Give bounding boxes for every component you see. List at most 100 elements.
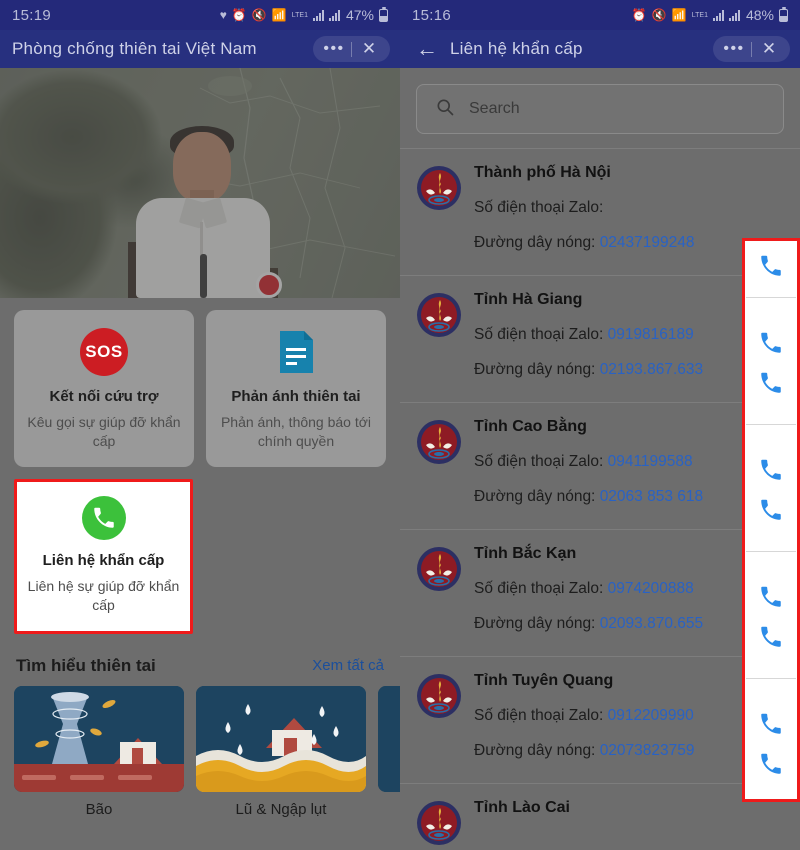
close-icon[interactable]: ✕ [752, 39, 786, 59]
call-buttons-column [730, 798, 786, 850]
card-title: Phản ánh thiên tai [231, 388, 361, 405]
tile-bao[interactable]: Bão [14, 685, 184, 818]
close-icon[interactable]: ✕ [352, 39, 386, 59]
ministry-emblem-icon [416, 673, 462, 719]
ministry-emblem-icon [416, 165, 462, 211]
tile-image-flood [196, 685, 366, 792]
list-item[interactable]: Tỉnh Hà Giang Số điện thoại Zalo: 091981… [400, 276, 800, 403]
zalo-label: Số điện thoại Zalo: [474, 707, 604, 724]
wifi-icon: 📶 [671, 8, 687, 22]
ministry-emblem-icon [416, 800, 462, 846]
search-input[interactable]: Search [416, 84, 784, 134]
hero-banner[interactable] [0, 68, 400, 298]
card-title: Kết nối cứu trợ [49, 388, 159, 405]
call-icon[interactable] [758, 751, 784, 777]
left-phone-panel: 15:19 ♥ ⏰ 🔇 📶 LTE1 47% Phòng chống thiên… [0, 0, 400, 850]
list-item[interactable]: Tỉnh Tuyên Quang Số điện thoại Zalo: 091… [400, 657, 800, 784]
right-appbar-actions[interactable]: ••• ✕ [713, 36, 790, 62]
left-status-bar: 15:19 ♥ ⏰ 🔇 📶 LTE1 47% [0, 0, 400, 30]
right-phone-panel: 15:16 ⏰ 🔇 📶 LTE1 48% ← Liên hệ khẩn cấp … [400, 0, 800, 850]
more-options-icon[interactable]: ••• [317, 40, 351, 58]
list-item[interactable]: Thành phố Hà Nội Số điện thoại Zalo: Đườ… [400, 149, 800, 276]
wifi-icon: 📶 [271, 8, 287, 22]
list-item[interactable]: Tỉnh Cao Bằng Số điện thoại Zalo: 094119… [400, 403, 800, 530]
call-icon[interactable] [758, 253, 784, 279]
zalo-label: Số điện thoại Zalo: [474, 580, 604, 597]
contact-name: Tỉnh Bắc Kạn [474, 545, 577, 562]
right-status-bar: 15:16 ⏰ 🔇 📶 LTE1 48% [400, 0, 800, 30]
sos-icon-label: SOS [85, 342, 123, 361]
right-battery-percent: 48% [745, 7, 774, 23]
see-all-link[interactable]: Xem tất cả [312, 657, 384, 674]
card-ket-noi-cuu-tro[interactable]: SOS Kết nối cứu trợ Kêu gọi sự giúp đỡ k… [14, 310, 194, 467]
zalo-number[interactable]: 0912209990 [608, 707, 694, 724]
contact-body: Tỉnh Cao Bằng Số điện thoại Zalo: 094119… [474, 417, 718, 506]
call-icon[interactable] [758, 624, 784, 650]
heart-icon: ♥ [219, 8, 227, 22]
tile-label: Áp th [378, 801, 400, 818]
zalo-number[interactable]: 0919816189 [608, 326, 694, 343]
call-group-3 [742, 425, 800, 552]
disaster-tiles: Bão Lũ & Ngập lụt [0, 685, 400, 818]
right-app-bar: ← Liên hệ khẩn cấp ••• ✕ [400, 30, 800, 68]
ministry-emblem-icon [416, 292, 462, 338]
tile-lu-ngap-lut[interactable]: Lũ & Ngập lụt [196, 685, 366, 818]
tile-ap-thap[interactable]: Áp th [378, 685, 400, 818]
hotline-number[interactable]: 02093.870.655 [600, 615, 703, 632]
left-app-bar: Phòng chống thiên tai Việt Nam ••• ✕ [0, 30, 400, 68]
more-options-icon[interactable]: ••• [717, 40, 751, 58]
section-title: Tìm hiểu thiên tai [16, 655, 156, 675]
call-group-5 [742, 679, 800, 799]
mute-icon: 🔇 [251, 8, 267, 22]
zalo-number[interactable]: 0974200888 [608, 580, 694, 597]
hotline-number[interactable]: 02193.867.633 [600, 361, 703, 378]
hotline-label: Đường dây nóng: [474, 234, 596, 251]
highlight-card-wrap: Liên hệ khẩn cấp Liên hệ sự giúp đỡ khẩn… [0, 467, 400, 634]
call-icon[interactable] [758, 457, 784, 483]
list-item[interactable]: Tỉnh Bắc Kạn Số điện thoại Zalo: 0974200… [400, 530, 800, 657]
call-group-1 [742, 238, 800, 298]
alarm-icon: ⏰ [631, 8, 647, 22]
search-area: Search [400, 68, 800, 148]
hotline-number[interactable]: 02073823759 [600, 742, 695, 759]
mute-icon: 🔇 [651, 8, 667, 22]
contact-hotline-line: Đường dây nóng: 02093.870.655 [474, 615, 718, 633]
hotline-number[interactable]: 02437199248 [600, 234, 695, 251]
ministry-emblem-icon [416, 419, 462, 465]
contact-zalo-line: Số điện thoại Zalo: 0974200888 [474, 580, 718, 598]
signal-bars-1-icon [712, 9, 724, 21]
left-appbar-actions[interactable]: ••• ✕ [313, 36, 390, 62]
hotline-label: Đường dây nóng: [474, 488, 596, 505]
zalo-label: Số điện thoại Zalo: [474, 453, 604, 470]
call-icon[interactable] [758, 584, 784, 610]
alarm-icon: ⏰ [231, 8, 247, 22]
contact-body: Thành phố Hà Nội Số điện thoại Zalo: Đườ… [474, 163, 718, 252]
zalo-number[interactable]: 0941199588 [608, 453, 693, 470]
network-type-label: LTE1 [291, 11, 308, 19]
call-group-2 [742, 298, 800, 425]
list-item[interactable]: Tỉnh Lào Cai [400, 784, 800, 850]
contact-hotline-line: Đường dây nóng: 02193.867.633 [474, 361, 718, 379]
hotline-label: Đường dây nóng: [474, 361, 596, 378]
call-icon[interactable] [758, 370, 784, 396]
back-arrow-icon[interactable]: ← [412, 34, 442, 64]
contact-hotline-line: Đường dây nóng: 02063 853 618 [474, 488, 718, 506]
card-lien-he-khan-cap[interactable]: Liên hệ khẩn cấp Liên hệ sự giúp đỡ khẩn… [14, 478, 193, 634]
phone-icon [81, 495, 126, 540]
battery-icon [379, 6, 388, 22]
contact-body: Tỉnh Tuyên Quang Số điện thoại Zalo: 091… [474, 671, 718, 760]
call-icon[interactable] [758, 711, 784, 737]
sos-icon: SOS [80, 328, 128, 376]
call-icon[interactable] [758, 497, 784, 523]
dim-overlay [0, 68, 400, 298]
hotline-number[interactable]: 02063 853 618 [600, 488, 703, 505]
card-subtitle: Phản ánh, thông báo tới chính quyền [220, 414, 372, 449]
card-phan-anh-thien-tai[interactable]: Phản ánh thiên tai Phản ánh, thông báo t… [206, 310, 386, 467]
call-icon[interactable] [758, 330, 784, 356]
contact-hotline-line: Đường dây nóng: 02073823759 [474, 742, 718, 760]
right-app-title: Liên hệ khẩn cấp [450, 39, 583, 58]
contact-name: Tỉnh Cao Bằng [474, 418, 587, 435]
contact-hotline-line: Đường dây nóng: 02437199248 [474, 234, 718, 252]
contact-body: Tỉnh Hà Giang Số điện thoại Zalo: 091981… [474, 290, 718, 379]
signal-bars-1-icon [312, 9, 324, 21]
